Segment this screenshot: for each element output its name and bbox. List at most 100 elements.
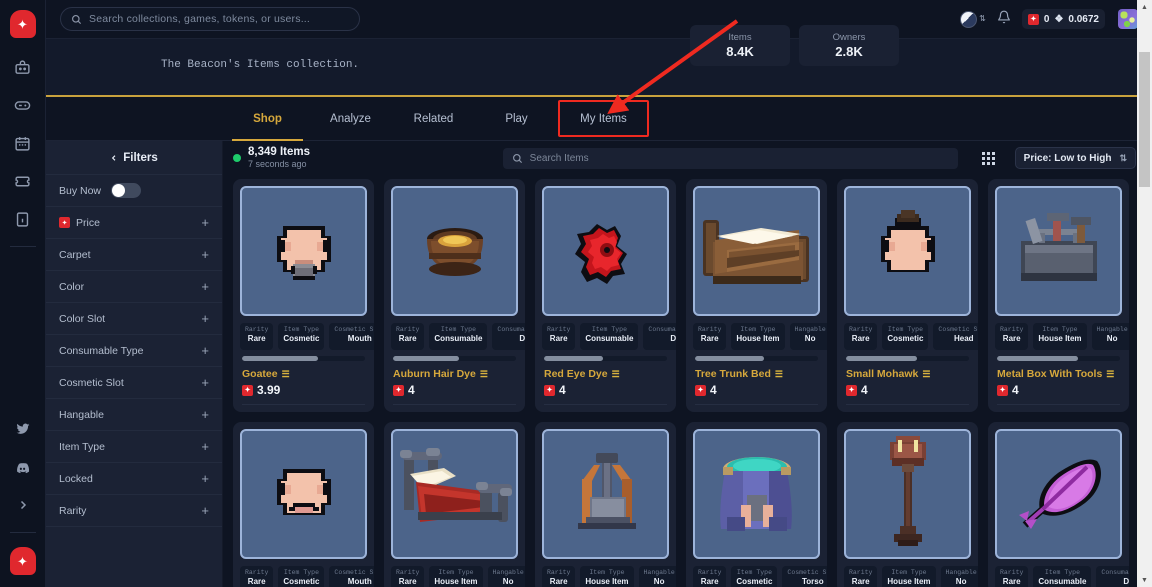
- item-badge-key: Rarity: [245, 569, 269, 576]
- item-image[interactable]: [391, 429, 518, 559]
- controller-icon[interactable]: [8, 90, 38, 120]
- item-image[interactable]: [391, 186, 518, 316]
- item-name-row[interactable]: Small Mohawk ☰: [837, 361, 978, 380]
- notifications-button[interactable]: [997, 10, 1011, 29]
- bag-icon[interactable]: [8, 52, 38, 82]
- item-badge-value: Mouth: [347, 577, 372, 586]
- plus-icon[interactable]: +: [201, 472, 209, 485]
- item-card[interactable]: Rarity Rare Item Type Consumable Consuma…: [988, 422, 1129, 587]
- item-image[interactable]: [844, 429, 971, 559]
- filter-hangable[interactable]: Hangable +: [46, 399, 222, 431]
- item-badge-value: Rare: [247, 334, 266, 343]
- tab-play[interactable]: Play: [475, 97, 558, 140]
- item-card[interactable]: Rarity Rare Item Type Cosmetic Cosmetic …: [686, 422, 827, 587]
- stat-items-label: Items: [728, 32, 752, 43]
- item-image[interactable]: [693, 429, 820, 559]
- item-name: Auburn Hair Dye: [393, 368, 476, 380]
- plus-icon[interactable]: +: [201, 440, 209, 453]
- sort-caret-icon: ⇅: [1119, 152, 1127, 163]
- filter-carpet[interactable]: Carpet +: [46, 239, 222, 271]
- wallet-balance[interactable]: ✦ 0 ❖ 0.0672: [1021, 9, 1105, 29]
- plus-icon[interactable]: +: [201, 344, 209, 357]
- filter-color[interactable]: Color +: [46, 271, 222, 303]
- plus-icon[interactable]: +: [201, 312, 209, 325]
- item-badge-value: Rare: [851, 577, 870, 586]
- item-name-row[interactable]: Tree Trunk Bed ☰: [686, 361, 827, 380]
- item-badge-value: Rare: [549, 334, 568, 343]
- plus-icon[interactable]: +: [201, 248, 209, 261]
- item-image[interactable]: [240, 186, 367, 316]
- item-card[interactable]: Rarity Rare Item Type House Item Hangabl…: [686, 179, 827, 412]
- chevron-right-icon[interactable]: [8, 490, 38, 520]
- sparkle-logo-icon[interactable]: ✦: [9, 10, 36, 38]
- filter-consumable-type[interactable]: Consumable Type +: [46, 335, 222, 367]
- sparkle-logo-bottom-icon[interactable]: ✦: [9, 547, 36, 575]
- item-image[interactable]: [844, 186, 971, 316]
- ticket-icon[interactable]: [8, 166, 38, 196]
- stack-icon: ☰: [281, 368, 290, 379]
- filter-cosmetic-slot[interactable]: Cosmetic Slot +: [46, 367, 222, 399]
- plus-icon[interactable]: +: [201, 504, 209, 517]
- item-image[interactable]: [995, 186, 1122, 316]
- item-name-row[interactable]: Goatee ☰: [233, 361, 374, 380]
- item-grid: Rarity Rare Item Type Cosmetic Cosmetic …: [223, 175, 1152, 587]
- item-search-input[interactable]: Search Items: [502, 147, 958, 169]
- item-name-row[interactable]: Auburn Hair Dye ☰: [384, 361, 525, 380]
- buy-now-toggle[interactable]: [111, 183, 142, 198]
- plus-icon[interactable]: +: [201, 408, 209, 421]
- scroll-up-arrow-icon[interactable]: ▲: [1137, 0, 1152, 14]
- filter-color-slot[interactable]: Color Slot +: [46, 303, 222, 335]
- item-badge-key: Consumable Type: [1101, 569, 1129, 576]
- item-badge-value: Cosmetic: [283, 334, 320, 343]
- grid-view-icon[interactable]: [981, 151, 995, 165]
- item-card-footer: [393, 404, 516, 412]
- item-price-row: ✦ 3.99: [233, 380, 374, 397]
- item-search-placeholder: Search Items: [529, 152, 589, 164]
- item-card[interactable]: Rarity Rare Item Type House Item Hangabl…: [384, 422, 525, 587]
- tab-shop[interactable]: Shop: [226, 97, 309, 141]
- item-name-row[interactable]: Red Eye Dye ☰: [535, 361, 676, 380]
- tab-my-items[interactable]: My Items: [558, 97, 649, 140]
- plus-icon[interactable]: +: [201, 376, 209, 389]
- item-card[interactable]: Rarity Rare Item Type House Item Hangabl…: [837, 422, 978, 587]
- item-badge-key: Rarity: [396, 326, 420, 333]
- item-card[interactable]: Rarity Rare Item Type Cosmetic Cosmetic …: [233, 422, 374, 587]
- item-card[interactable]: Rarity Rare Item Type Consumable Consuma…: [535, 179, 676, 412]
- tab-analyze[interactable]: Analyze: [309, 97, 392, 140]
- item-image[interactable]: [542, 429, 669, 559]
- item-card[interactable]: Rarity Rare Item Type House Item Hangabl…: [535, 422, 676, 587]
- twitter-icon[interactable]: [8, 414, 38, 444]
- scroll-down-arrow-icon[interactable]: ▼: [1137, 573, 1152, 587]
- filters-header[interactable]: Filters: [46, 141, 222, 175]
- item-badges: Rarity Rare Item Type House Item Hangabl…: [535, 566, 676, 587]
- filter-locked[interactable]: Locked +: [46, 463, 222, 495]
- plus-icon[interactable]: +: [201, 216, 209, 229]
- item-image[interactable]: [240, 429, 367, 559]
- page-scrollbar[interactable]: ▲ ▼: [1137, 0, 1152, 587]
- item-card[interactable]: Rarity Rare Item Type Cosmetic Cosmetic …: [233, 179, 374, 412]
- avatar[interactable]: [1118, 9, 1138, 29]
- global-search-input[interactable]: Search collections, games, tokens, or us…: [60, 7, 360, 31]
- item-badge-value: Rare: [398, 334, 417, 343]
- filter-rarity[interactable]: Rarity +: [46, 495, 222, 527]
- tab-related[interactable]: Related: [392, 97, 475, 140]
- item-name-row[interactable]: Metal Box With Tools ☰: [988, 361, 1129, 380]
- filter-price[interactable]: ✦ Price +: [46, 207, 222, 239]
- document-icon[interactable]: [8, 204, 38, 234]
- item-badge-key: Item Type: [891, 569, 927, 576]
- scrollbar-thumb[interactable]: [1139, 52, 1150, 187]
- plus-icon[interactable]: +: [201, 280, 209, 293]
- sort-select[interactable]: Price: Low to High ⇅: [1014, 147, 1136, 169]
- item-image[interactable]: [995, 429, 1122, 559]
- filter-buy-now[interactable]: Buy Now: [46, 175, 222, 207]
- item-image[interactable]: [542, 186, 669, 316]
- item-image[interactable]: [693, 186, 820, 316]
- item-card[interactable]: Rarity Rare Item Type House Item Hangabl…: [988, 179, 1129, 412]
- discord-icon[interactable]: [8, 452, 38, 482]
- item-card[interactable]: Rarity Rare Item Type Cosmetic Cosmetic …: [837, 179, 978, 412]
- filter-item-type[interactable]: Item Type +: [46, 431, 222, 463]
- item-card[interactable]: Rarity Rare Item Type Consumable Consuma…: [384, 179, 525, 412]
- item-badge-value: No: [1106, 334, 1118, 343]
- calendar-icon[interactable]: [8, 128, 38, 158]
- chain-selector[interactable]: ⇅: [960, 10, 986, 28]
